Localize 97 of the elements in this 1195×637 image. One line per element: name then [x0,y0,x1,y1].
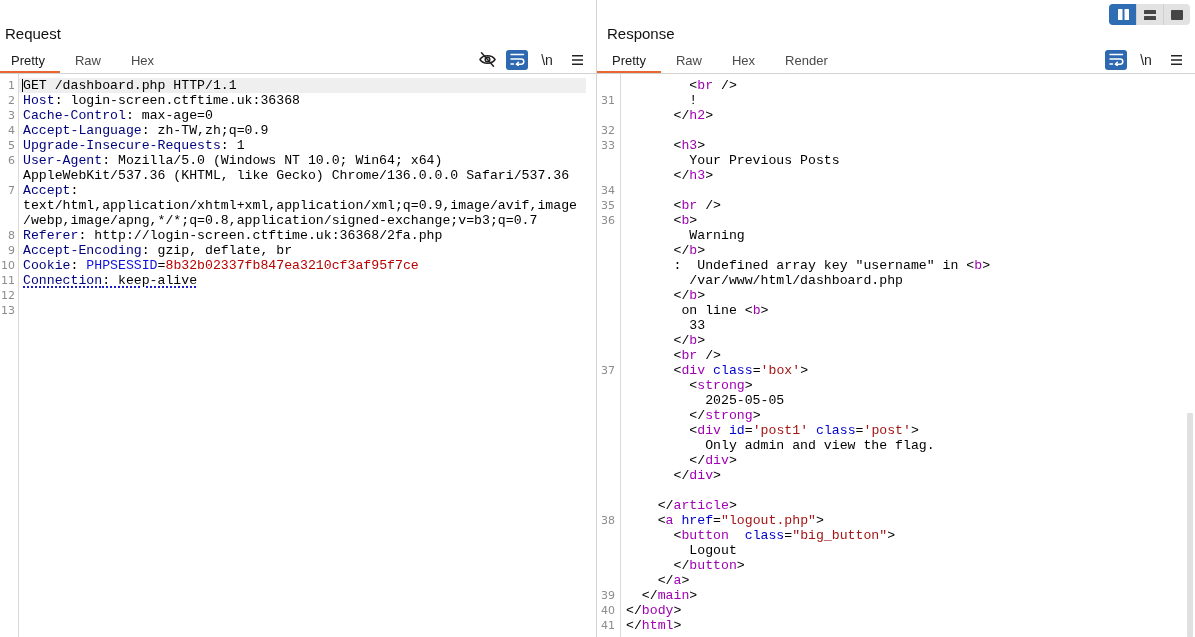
newline-toggle-button[interactable]: \n [536,49,558,70]
line-number: 10 [1,258,15,273]
code-line: User-Agent: Mozilla/5.0 (Windows NT 10.0; Win64; x64) [23,153,443,168]
code-line: Warning [689,228,745,243]
columns-view-button[interactable] [1109,4,1136,25]
code-line: ! [689,93,698,108]
wrap-toggle-button[interactable] [506,49,528,70]
code-line: 2025-05-05 [705,393,785,408]
line-number: 7 [8,183,15,198]
square-icon [1171,9,1183,20]
code-line: <button class="big_button"> [673,528,896,543]
scrollbar-thumb[interactable] [1187,413,1193,637]
line-number: 39 [601,588,615,603]
code-line: <div class='box'> [673,363,809,378]
hide-toggle-button[interactable] [476,49,498,70]
code-line: Cookie: PHPSESSID=8b32b02337fb847ea3210cf3af95f7ce [23,258,419,273]
wrap-toggle-button[interactable] [1105,49,1127,70]
code-line: Your Previous Posts [689,153,840,168]
line-number: 38 [601,513,615,528]
panel-title: Request [5,25,61,43]
code-line: text/html,application/xhtml+xml,application/xml;q=0.9,image/avif,image [23,198,577,213]
code-line: </div> [689,453,737,468]
code-line: </a> [657,573,690,588]
line-number: 9 [8,243,15,258]
line-number: 35 [601,198,615,213]
line-number: 5 [8,138,15,153]
tab[interactable]: Raw [660,43,717,73]
code-line: /var/www/html/dashboard.php [689,273,903,288]
code-line: AppleWebKit/537.36 (KHTML, like Gecko) Chrome/136.0.0.0 Safari/537.36 [23,168,570,183]
code-line: Only admin and view the flag. [705,438,935,453]
wrap-text-icon [509,53,525,66]
wrap-text-icon [1108,53,1124,66]
tab[interactable]: Pretty [597,43,661,73]
line-number: 1 [8,78,15,93]
code-line: Accept-Encoding: gzip, deflate, br [23,243,293,258]
code-line: </b> [673,243,706,258]
code-line: 33 [689,318,706,333]
code-line: </h2> [673,108,714,123]
code-line: </article> [657,498,737,513]
eye-slash-icon [478,52,496,67]
text-cursor [22,79,23,92]
code-line: </div> [673,468,721,483]
code-line: Logout [689,543,737,558]
line-number: 37 [601,363,615,378]
columns-icon [1117,9,1129,20]
code-line: <b> [673,213,698,228]
line-number: 2 [8,93,15,108]
line-number: 6 [8,153,15,168]
code-line: <a href="logout.php"> [657,513,824,528]
code-line: </strong> [689,408,761,423]
code-line: Accept: [23,183,79,198]
code-line: Connection: keep-alive [23,273,198,288]
tab[interactable]: Pretty [0,43,60,73]
menu-icon [1170,54,1182,65]
line-number: 4 [8,123,15,138]
newline-toggle-button[interactable]: \n [1135,49,1157,70]
code-line: <br /> [673,348,721,363]
line-number: 32 [601,123,615,138]
code-line: <br /> [689,78,737,93]
code-line: : Undefined array key "username" in <b> [673,258,991,273]
code-line: on line <b> [681,303,769,318]
code-line: </b> [673,333,706,348]
code-line: Upgrade-Insecure-Requests: 1 [23,138,245,153]
tab[interactable]: Hex [717,43,771,73]
line-number: 36 [601,213,615,228]
code-line: <div id='post1' class='post'> [689,423,919,438]
line-number: 11 [1,273,15,288]
rows-icon [1144,9,1156,20]
code-line: <h3> [673,138,706,153]
tab[interactable]: Raw [59,43,116,73]
panel-title: Response [607,25,675,43]
code-line: </button> [673,558,745,573]
code-line: Accept-Language: zh-TW,zh;q=0.9 [23,123,269,138]
code-line: </main> [641,588,698,603]
tab[interactable]: Render [770,43,843,73]
code-line: Host: login-screen.ctftime.uk:36368 [23,93,300,108]
line-number: 8 [8,228,15,243]
tab[interactable]: Hex [116,43,170,73]
line-number: 3 [8,108,15,123]
line-number: 41 [601,618,615,633]
line-number: 33 [601,138,615,153]
code-line: Referer: http://login-screen.ctftime.uk:36368/2fa.php [23,228,443,243]
code-line: </b> [673,288,706,303]
code-line: GET /dashboard.php HTTP/1.1 [23,78,237,93]
menu-icon [571,54,583,65]
code-line: <strong> [689,378,753,393]
line-number: 34 [601,183,615,198]
code-line: </h3> [673,168,714,183]
line-number: 12 [1,288,15,303]
code-line: <br /> [673,198,721,213]
code-line: </html> [626,618,682,633]
code-line: Cache-Control: max-age=0 [23,108,213,123]
line-number: 31 [601,93,615,108]
line-number: 40 [601,603,615,618]
code-line: </body> [626,603,682,618]
line-number: 13 [1,303,15,318]
code-line: /webp,image/apng,*/*;q=0.8,application/signed-exchange;v=b3;q=0.7 [23,213,538,228]
